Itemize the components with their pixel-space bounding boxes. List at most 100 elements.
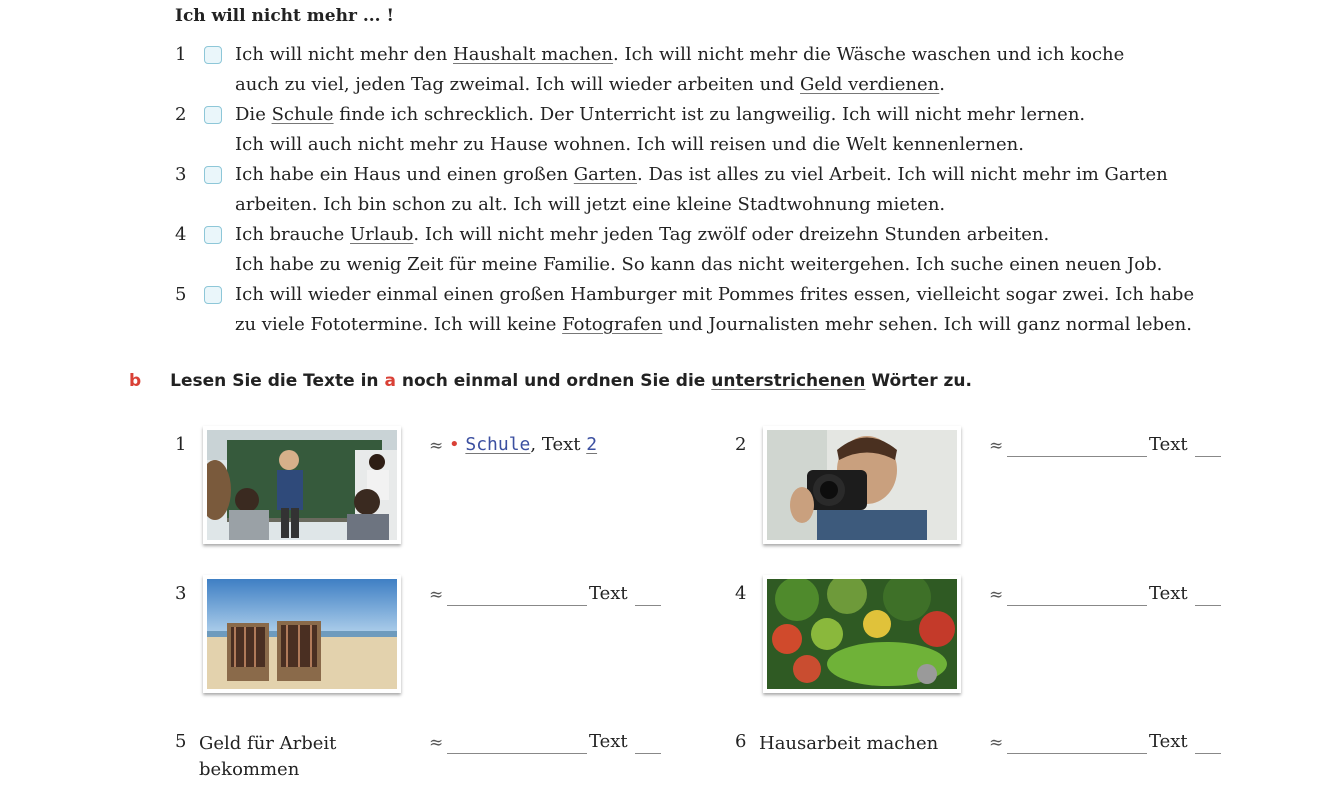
match-cell-6: 6 Hausarbeit machen ≈ Text	[735, 731, 1225, 771]
task-text-3: Wörter zu.	[865, 371, 972, 391]
underlined-word: Urlaub	[350, 224, 414, 245]
text-segment: Die	[235, 104, 272, 125]
match-cell-5: 5 Geld für Arbeit bekommen ≈ Text	[175, 731, 665, 791]
text-segment: finde ich schrecklich. Der Unterricht is…	[333, 104, 1086, 125]
cell-number: 3	[175, 583, 187, 604]
underlined-word: Haushalt machen	[453, 44, 614, 65]
description-line-2: bekommen	[199, 759, 300, 780]
underlined-word: Schule	[271, 104, 334, 125]
underlined-word: Geld verdienen	[800, 74, 940, 95]
underlined-word: Fotografen	[562, 314, 663, 335]
example-word: Schule	[465, 434, 531, 455]
text-segment: Ich will wieder einmal einen großen Hamb…	[235, 284, 1195, 305]
text-segment: Ich habe zu wenig Zeit für meine Familie…	[235, 254, 1163, 275]
cell-description: Hausarbeit machen	[759, 733, 939, 754]
answer-blank[interactable]	[1007, 434, 1147, 457]
cell-number: 5	[175, 731, 187, 752]
approx-sign: ≈	[989, 585, 1004, 605]
text-segment: . Ich will nicht mehr jeden Tag zwölf od…	[413, 224, 1050, 245]
task-letter: b	[129, 371, 142, 391]
item-line1: Die Schule finde ich schrecklich. Der Un…	[235, 100, 1270, 130]
item-line2: arbeiten. Ich bin schon zu alt. Ich will…	[235, 190, 1270, 220]
answer-blank[interactable]	[447, 731, 587, 754]
text-segment: zu viele Fototermine. Ich will keine	[235, 314, 563, 335]
text-number-blank[interactable]	[635, 731, 661, 754]
answer-blank[interactable]	[1007, 731, 1147, 754]
item-line1: Ich brauche Urlaub. Ich will nicht mehr …	[235, 220, 1270, 250]
example-sep: , Text	[530, 434, 581, 455]
approx-sign: ≈	[989, 733, 1004, 753]
text-segment: und Journalisten mehr sehen. Ich will ga…	[662, 314, 1192, 335]
item-number: 2	[175, 104, 187, 125]
answer-checkbox[interactable]	[204, 286, 222, 304]
photographer-photo	[763, 426, 961, 544]
match-cell-3: 3 ≈ Text	[175, 575, 665, 703]
match-cell-4: 4 ≈ Text	[735, 575, 1225, 703]
cell-description: Geld für Arbeit bekommen	[199, 731, 336, 783]
underlined-word: Garten	[573, 164, 637, 185]
text-label: Text	[589, 583, 628, 604]
text-item-2: 2 Die Schule finde ich schrecklich. Der U…	[170, 100, 1270, 160]
item-line1: Ich habe ein Haus und einen großen Garte…	[235, 160, 1270, 190]
item-number: 3	[175, 164, 187, 185]
text-segment: . Das ist alles zu viel Arbeit. Ich will…	[637, 164, 1168, 185]
item-line2: auch zu viel, jeden Tag zweimal. Ich wil…	[235, 70, 1270, 100]
match-cell-1: 1 ≈ • Schule, Text 2	[175, 426, 645, 554]
text-label: Text	[1149, 583, 1188, 604]
text-item-3: 3 Ich habe ein Haus und einen großen Gart…	[170, 160, 1270, 220]
item-number: 1	[175, 44, 187, 65]
text-number-blank[interactable]	[1195, 731, 1221, 754]
text-number-blank[interactable]	[635, 583, 661, 606]
answer-blank[interactable]	[1007, 583, 1147, 606]
text-item-4: 4 Ich brauche Urlaub. Ich will nicht mehr…	[170, 220, 1270, 280]
approx-sign: ≈	[989, 436, 1004, 456]
item-number: 5	[175, 284, 187, 305]
example-text-number: 2	[586, 434, 598, 455]
item-number: 4	[175, 224, 187, 245]
text-segment: Ich habe ein Haus und einen großen	[235, 164, 574, 185]
task-text-2: noch einmal und ordnen Sie die	[395, 371, 712, 391]
text-segment: .	[939, 74, 945, 95]
task-ref: a	[384, 371, 396, 391]
answer-checkbox[interactable]	[204, 106, 222, 124]
text-segment: Ich brauche	[235, 224, 351, 245]
text-segment: Ich will auch nicht mehr zu Hause wohnen…	[235, 134, 1024, 155]
answer-checkbox[interactable]	[204, 46, 222, 64]
classroom-photo	[203, 426, 401, 544]
beach-chairs-photo	[203, 575, 401, 693]
answer-blank[interactable]	[447, 583, 587, 606]
task-instruction: b Lesen Sie die Texte in a noch einmal un…	[129, 371, 972, 391]
description-line-1: Geld für Arbeit	[199, 733, 337, 754]
text-item-5: 5 Ich will wieder einmal einen großen Ham…	[170, 280, 1270, 340]
approx-sign: ≈	[429, 436, 444, 456]
exercise-heading: Ich will nicht mehr ... !	[175, 6, 394, 26]
text-label: Text	[1149, 434, 1188, 455]
text-list: 1 Ich will nicht mehr den Haushalt machen…	[170, 40, 1270, 340]
text-segment: . Ich will nicht mehr die Wäsche waschen…	[613, 44, 1125, 65]
task-text-1: Lesen Sie die Texte in	[170, 371, 385, 391]
text-number-blank[interactable]	[1195, 583, 1221, 606]
item-line2: zu viele Fototermine. Ich will keine Fot…	[235, 310, 1270, 340]
text-segment: arbeiten. Ich bin schon zu alt. Ich will…	[235, 194, 946, 215]
answer-checkbox[interactable]	[204, 226, 222, 244]
example-dot: •	[449, 434, 460, 455]
cell-number: 2	[735, 434, 747, 455]
text-label: Text	[589, 731, 628, 752]
item-line1: Ich will nicht mehr den Haushalt machen.…	[235, 40, 1270, 70]
task-underlined: unterstrichenen	[711, 371, 866, 391]
text-segment: auch zu viel, jeden Tag zweimal. Ich wil…	[235, 74, 801, 95]
text-label: Text	[1149, 731, 1188, 752]
cell-number: 1	[175, 434, 187, 455]
approx-sign: ≈	[429, 733, 444, 753]
item-line2: Ich habe zu wenig Zeit für meine Familie…	[235, 250, 1270, 280]
item-line2: Ich will auch nicht mehr zu Hause wohnen…	[235, 130, 1270, 160]
example-answer: • Schule, Text 2	[449, 434, 597, 455]
text-item-1: 1 Ich will nicht mehr den Haushalt machen…	[170, 40, 1270, 100]
match-cell-2: 2 ≈ Text	[735, 426, 1225, 554]
garden-photo	[763, 575, 961, 693]
text-segment: Ich will nicht mehr den	[235, 44, 454, 65]
text-number-blank[interactable]	[1195, 434, 1221, 457]
cell-number: 6	[735, 731, 747, 752]
item-line1: Ich will wieder einmal einen großen Hamb…	[235, 280, 1270, 310]
answer-checkbox[interactable]	[204, 166, 222, 184]
